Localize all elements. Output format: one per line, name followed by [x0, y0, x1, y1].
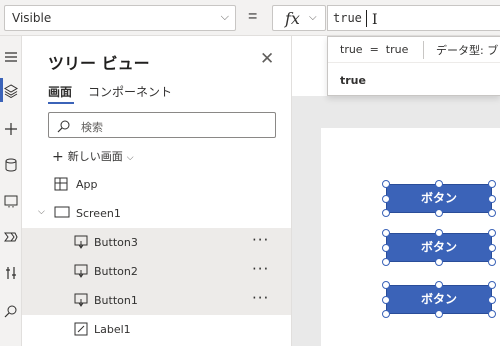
database-icon[interactable]: [2, 156, 20, 174]
intellisense-popup: true = true データ型: ブ true: [327, 36, 500, 96]
evaluation-text: true = true: [340, 43, 409, 56]
hamburger-icon[interactable]: [2, 48, 20, 66]
resize-handle[interactable]: [382, 180, 390, 188]
resize-handle[interactable]: [488, 209, 496, 217]
panel-title: ツリー ビュー: [48, 54, 150, 73]
tree-item-label1[interactable]: Label1: [22, 315, 291, 344]
resize-handle[interactable]: [488, 295, 496, 304]
search-icon[interactable]: [2, 302, 20, 320]
search-placeholder: 検索: [81, 121, 103, 134]
resize-handle[interactable]: [382, 243, 390, 252]
search-field[interactable]: 検索: [48, 112, 276, 138]
power-automate-icon[interactable]: [2, 228, 20, 246]
media-icon[interactable]: [2, 192, 20, 210]
tree-item-label: Label1: [94, 323, 131, 336]
resize-handle[interactable]: [382, 295, 390, 304]
resize-handle[interactable]: [488, 310, 496, 318]
label-icon: [74, 322, 88, 336]
app-icon: [54, 177, 68, 191]
button-icon: [74, 235, 88, 249]
chevron-down-icon: ⌵: [220, 10, 229, 23]
resize-handle[interactable]: [382, 258, 390, 266]
tree-item-app[interactable]: App: [22, 170, 291, 199]
resize-handle[interactable]: [488, 194, 496, 203]
tree-item-label: Button2: [94, 265, 138, 278]
chevron-down-icon: ⌵: [309, 12, 317, 23]
layers-icon[interactable]: [2, 82, 20, 100]
formula-bar: Visible ⌵ = fx ⌵ true I: [0, 0, 500, 36]
tree-item-button1[interactable]: Button1 ···: [22, 286, 291, 315]
screen-icon: [54, 206, 70, 218]
new-screen-label: 新しい画面: [67, 150, 123, 163]
intellisense-header: true = true データ型: ブ: [328, 37, 500, 63]
property-dropdown[interactable]: Visible ⌵: [4, 5, 236, 31]
tree-item-label: Button1: [94, 294, 138, 307]
tools-icon[interactable]: [2, 264, 20, 282]
fx-button[interactable]: fx ⌵: [272, 5, 326, 31]
resize-handle[interactable]: [435, 258, 443, 266]
button-icon: [74, 264, 88, 278]
fx-label: fx: [285, 9, 300, 28]
resize-handle[interactable]: [488, 243, 496, 252]
plus-icon[interactable]: [2, 120, 20, 138]
resize-handle[interactable]: [435, 310, 443, 318]
tree-item-button2[interactable]: Button2 ···: [22, 257, 291, 286]
text-caret: [366, 10, 367, 27]
tree-item-button3[interactable]: Button3 ···: [22, 228, 291, 257]
property-value: Visible: [12, 11, 52, 25]
more-options-icon[interactable]: ···: [252, 289, 269, 307]
button-icon: [74, 293, 88, 307]
ibeam-cursor-icon: I: [372, 12, 378, 28]
divider: [423, 41, 424, 59]
data-type-text: データ型: ブ: [436, 44, 499, 57]
resize-handle[interactable]: [382, 310, 390, 318]
tree-item-label: Button3: [94, 236, 138, 249]
resize-handle[interactable]: [488, 180, 496, 188]
resize-handle[interactable]: [488, 229, 496, 237]
tree-item-screen1[interactable]: ⌵ Screen1: [22, 199, 291, 228]
chevron-down-icon: ⌵: [126, 153, 134, 163]
tree-item-label: Screen1: [76, 207, 121, 220]
result-text: true: [340, 74, 366, 87]
resize-handle[interactable]: [488, 258, 496, 266]
formula-text: true: [333, 11, 362, 25]
tab-screens[interactable]: 画面: [48, 83, 72, 100]
tab-underline: [48, 102, 74, 104]
resize-handle[interactable]: [435, 180, 443, 188]
resize-handle[interactable]: [382, 229, 390, 237]
tab-components[interactable]: コンポーネント: [88, 83, 172, 100]
search-icon: [57, 120, 70, 133]
resize-handle[interactable]: [488, 281, 496, 289]
plus-icon: +: [52, 149, 64, 165]
close-icon[interactable]: ✕: [260, 49, 274, 69]
resize-handle[interactable]: [382, 281, 390, 289]
resize-handle[interactable]: [435, 281, 443, 289]
more-options-icon[interactable]: ···: [252, 260, 269, 278]
resize-handle[interactable]: [435, 209, 443, 217]
resize-handle[interactable]: [435, 229, 443, 237]
tree-item-label: App: [76, 178, 98, 191]
resize-handle[interactable]: [382, 209, 390, 217]
more-options-icon[interactable]: ···: [252, 231, 269, 249]
tree-view-panel: ツリー ビュー ✕ 画面 コンポーネント 検索 + 新しい画面 ⌵ App ⌵ Sc…: [22, 36, 292, 346]
resize-handle[interactable]: [382, 194, 390, 203]
equals-sign: =: [248, 8, 258, 25]
new-screen-button[interactable]: + 新しい画面 ⌵: [52, 148, 134, 165]
left-rail: [0, 36, 22, 346]
formula-input[interactable]: true I: [327, 5, 500, 31]
chevron-down-icon[interactable]: ⌵: [38, 207, 45, 217]
